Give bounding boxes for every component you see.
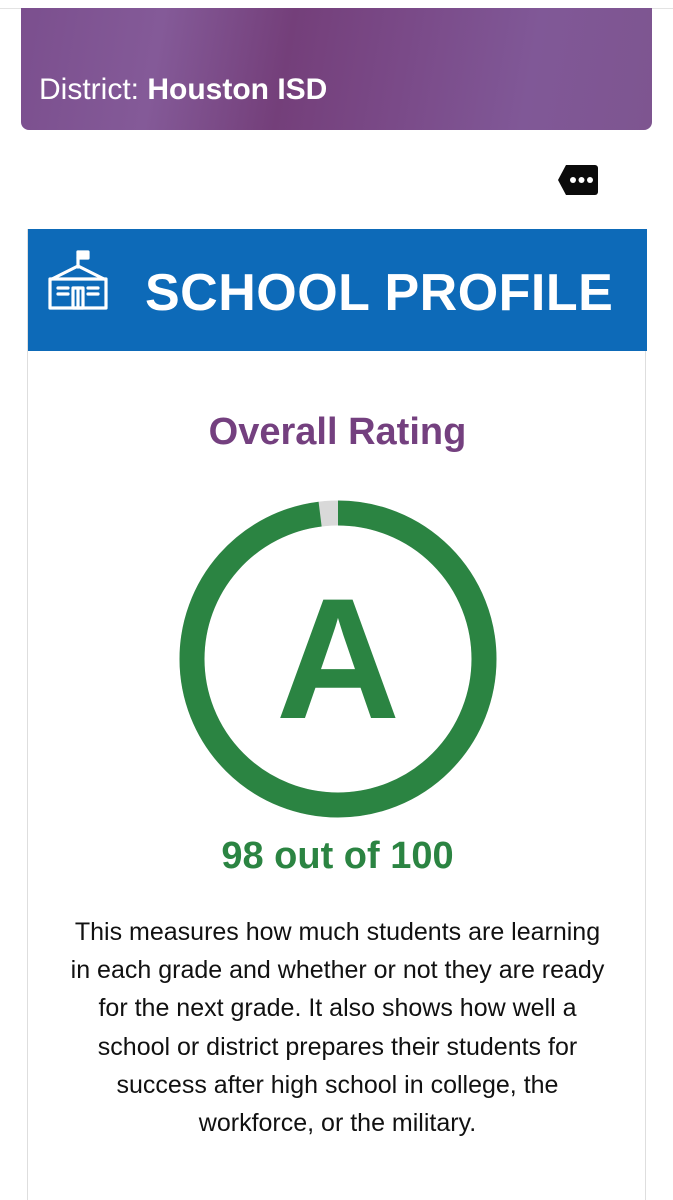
district-line: District: Houston ISD bbox=[39, 72, 327, 108]
rating-grade: A bbox=[276, 563, 400, 755]
district-banner: District: Houston ISD bbox=[21, 8, 652, 130]
more-options-button[interactable] bbox=[557, 164, 599, 196]
district-name: Houston ISD bbox=[147, 73, 328, 106]
school-profile-title: SCHOOL PROFILE bbox=[145, 264, 614, 322]
rating-score: 98 out of 100 bbox=[221, 835, 454, 877]
school-building-icon bbox=[48, 250, 108, 310]
school-profile-header: SCHOOL PROFILE bbox=[28, 229, 647, 351]
district-label: District: bbox=[39, 73, 139, 106]
rating-description: This measures how much students are lear… bbox=[70, 918, 605, 1138]
page: District: Houston ISD SCHOOL PROFILE Ove… bbox=[0, 0, 673, 1200]
more-ellipsis-icon bbox=[558, 165, 598, 195]
school-profile-card: SCHOOL PROFILE Overall Rating A 98 out o… bbox=[27, 229, 647, 1200]
overall-rating-heading: Overall Rating bbox=[208, 411, 467, 453]
rating-gauge: A bbox=[179, 500, 497, 818]
